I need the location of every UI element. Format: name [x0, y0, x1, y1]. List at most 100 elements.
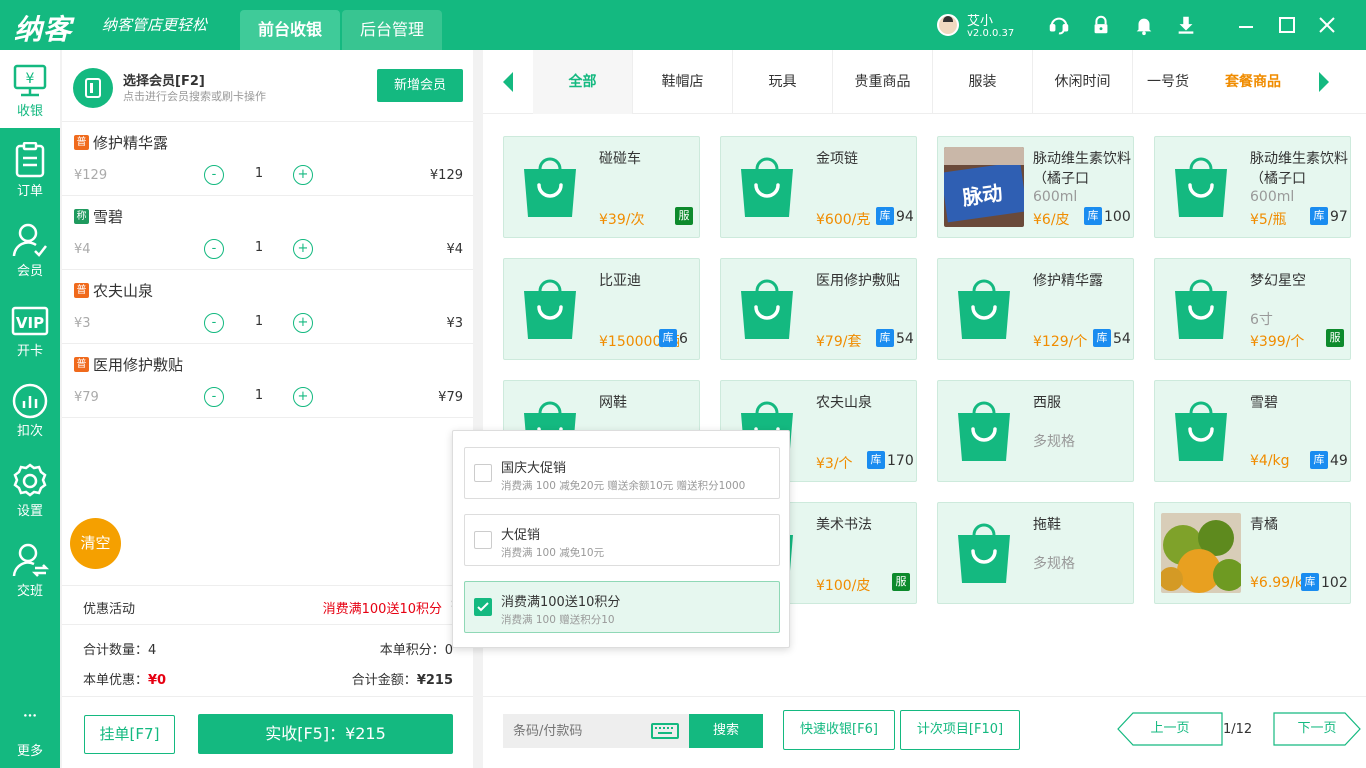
- sidebar-item-settings[interactable]: 设置: [0, 450, 60, 528]
- product-card[interactable]: 脉动维生素饮料（橘子口 600ml ¥5/瓶库 97: [1154, 136, 1351, 238]
- user-name: 艾小: [967, 14, 994, 29]
- product-card[interactable]: 碰碰车 ¥39/次 服: [503, 136, 700, 238]
- sidebar-item-order[interactable]: 订单: [0, 130, 60, 208]
- prev-page-label: 上一页: [1150, 721, 1190, 736]
- increase-qty-button[interactable]: +: [293, 239, 313, 259]
- cart-item-qty[interactable]: 1: [249, 314, 269, 329]
- product-card[interactable]: 医用修护敷贴 ¥79/套库 54: [720, 258, 917, 360]
- clear-cart-button[interactable]: 清空: [70, 518, 121, 569]
- order-points-label: 本单积分：: [379, 643, 445, 658]
- promotion-popup: 国庆大促销 消费满 100 减免20元 赠送余额10元 赠送积分1000 大促销 消费…: [452, 430, 790, 648]
- promotion-option[interactable]: 大促销 消费满 100 减免10元: [464, 514, 780, 566]
- sidebar-item-label: 会员: [16, 264, 43, 279]
- top-bar: 纳客 纳客管店更轻松 前台收银 后台管理 艾小 v2.0.0.37: [0, 0, 1366, 50]
- cart-item-qty[interactable]: 1: [249, 166, 269, 181]
- lock-icon[interactable]: [1090, 14, 1112, 36]
- order-discount-value: ¥0: [148, 673, 167, 688]
- product-name: 碰碰车: [599, 151, 641, 167]
- more-icon: [24, 714, 36, 717]
- count-item-button[interactable]: 计次项目[F10]: [900, 710, 1020, 750]
- category-tab[interactable]: 鞋帽店: [633, 50, 733, 114]
- close-icon[interactable]: [1316, 14, 1338, 36]
- checkbox-icon[interactable]: [474, 464, 492, 482]
- promotion-label: 优惠活动: [83, 602, 136, 617]
- decrease-qty-button[interactable]: -: [204, 313, 224, 333]
- maximize-icon[interactable]: [1276, 14, 1298, 36]
- product-card[interactable]: 脉动 脉动维生素饮料（橘子口 600ml ¥6/皮库 100: [937, 136, 1134, 238]
- cart-item-price: ¥79: [74, 390, 99, 405]
- sidebar-item-cashier[interactable]: ¥ 收银: [0, 50, 60, 128]
- cart-item[interactable]: 称雪碧 ¥4 - 1 + ¥4: [62, 196, 473, 270]
- increase-qty-button[interactable]: +: [293, 387, 313, 407]
- promotion-option-desc: 消费满 100 减免20元 赠送余额10元 赠送积分1000: [501, 480, 746, 492]
- handover-icon: [12, 543, 49, 577]
- prev-page-button[interactable]: 上一页: [1117, 712, 1223, 746]
- cart-item[interactable]: 普修护精华露 ¥129 - 1 + ¥129: [62, 122, 473, 196]
- download-icon[interactable]: [1175, 14, 1197, 36]
- decrease-qty-button[interactable]: -: [204, 165, 224, 185]
- promotion-option[interactable]: 国庆大促销 消费满 100 减免20元 赠送余额10元 赠送积分1000: [464, 447, 780, 499]
- total-count-value: 4: [148, 643, 157, 658]
- product-card[interactable]: 拖鞋 多规格: [937, 502, 1134, 604]
- cart-item-qty[interactable]: 1: [249, 240, 269, 255]
- category-next-arrow-icon[interactable]: [1319, 72, 1329, 92]
- pay-button[interactable]: 实收[F5]：¥215: [198, 714, 453, 754]
- cart-item-name: 医用修护敷贴: [93, 356, 184, 374]
- category-tab[interactable]: 玩具: [733, 50, 833, 114]
- next-page-button[interactable]: 下一页: [1273, 712, 1361, 746]
- keyboard-icon[interactable]: [651, 723, 679, 739]
- add-member-button[interactable]: 新增会员: [377, 69, 463, 102]
- member-select[interactable]: 选择会员[F2] 点击进行会员搜索或刷卡操作 新增会员: [62, 50, 473, 122]
- hold-order-button[interactable]: 挂单[F7]: [84, 715, 175, 754]
- increase-qty-button[interactable]: +: [293, 165, 313, 185]
- cart-item[interactable]: 普农夫山泉 ¥3 - 1 + ¥3: [62, 270, 473, 344]
- total-count-label: 合计数量：: [83, 643, 149, 658]
- tab-backend-admin[interactable]: 后台管理: [342, 10, 442, 50]
- sidebar-item-member[interactable]: 会员: [0, 210, 60, 288]
- sidebar-item-label: 订单: [16, 184, 43, 199]
- category-tab[interactable]: 贵重商品: [833, 50, 933, 114]
- category-tab[interactable]: 服装: [933, 50, 1033, 114]
- page-indicator: 1/12: [1223, 722, 1253, 737]
- product-name: 金项链: [816, 151, 858, 167]
- category-prev-arrow-icon[interactable]: [503, 72, 513, 92]
- shopping-bag-icon: [738, 277, 796, 339]
- product-card[interactable]: 梦幻星空 6寸 ¥399/个 服: [1154, 258, 1351, 360]
- product-card[interactable]: 青橘 ¥6.99/kg 库 102: [1154, 502, 1351, 604]
- sidebar-item-handover[interactable]: 交班: [0, 530, 60, 608]
- promotion-option[interactable]: 消费满100送10积分 消费满 100 赠送积分10: [464, 581, 780, 633]
- decrease-qty-button[interactable]: -: [204, 387, 224, 407]
- checkbox-checked-icon[interactable]: [474, 598, 492, 616]
- increase-qty-button[interactable]: +: [293, 313, 313, 333]
- product-card[interactable]: 修护精华露 ¥129/个库 54: [937, 258, 1134, 360]
- checkbox-icon[interactable]: [474, 531, 492, 549]
- product-card[interactable]: 金项链 ¥600/克库 94: [720, 136, 917, 238]
- category-tab[interactable]: 休闲时间: [1033, 50, 1133, 114]
- quick-cash-button[interactable]: 快速收银[F6]: [783, 710, 895, 750]
- bell-icon[interactable]: [1133, 14, 1155, 36]
- product-name: 梦幻星空: [1250, 273, 1306, 289]
- decrease-qty-button[interactable]: -: [204, 239, 224, 259]
- minimize-icon[interactable]: [1235, 14, 1257, 36]
- product-card[interactable]: 西服 多规格: [937, 380, 1134, 482]
- cart-item-qty[interactable]: 1: [249, 388, 269, 403]
- product-card[interactable]: 比亚迪 ¥150000/辆库 6: [503, 258, 700, 360]
- product-card[interactable]: 雪碧 ¥4/kg 库 49: [1154, 380, 1351, 482]
- item-type-badge: 普: [74, 135, 89, 150]
- order-amount: 合计金额：¥215: [352, 669, 453, 688]
- sidebar-item-vip-card[interactable]: VIP 开卡: [0, 290, 60, 368]
- category-tab[interactable]: 一号货: [1133, 50, 1203, 114]
- cart-item-total: ¥79: [438, 390, 463, 405]
- product-name: 拖鞋: [1033, 517, 1061, 533]
- search-button[interactable]: 搜索: [689, 714, 763, 748]
- support-icon[interactable]: [1048, 14, 1070, 36]
- sidebar-item-deduct[interactable]: 扣次: [0, 370, 60, 448]
- tab-front-cashier[interactable]: 前台收银: [240, 10, 340, 50]
- category-tab[interactable]: 套餐商品: [1203, 50, 1303, 114]
- order-discount: 本单优惠：¥0: [83, 669, 166, 688]
- category-tab[interactable]: 全部: [533, 50, 633, 114]
- product-stock: 100: [1104, 209, 1131, 225]
- cart-item[interactable]: 普医用修护敷贴 ¥79 - 1 + ¥79: [62, 344, 473, 418]
- promotion-row[interactable]: 优惠活动 消费满100送10积分 ›: [62, 585, 473, 625]
- sidebar-item-more[interactable]: 更多: [0, 690, 60, 768]
